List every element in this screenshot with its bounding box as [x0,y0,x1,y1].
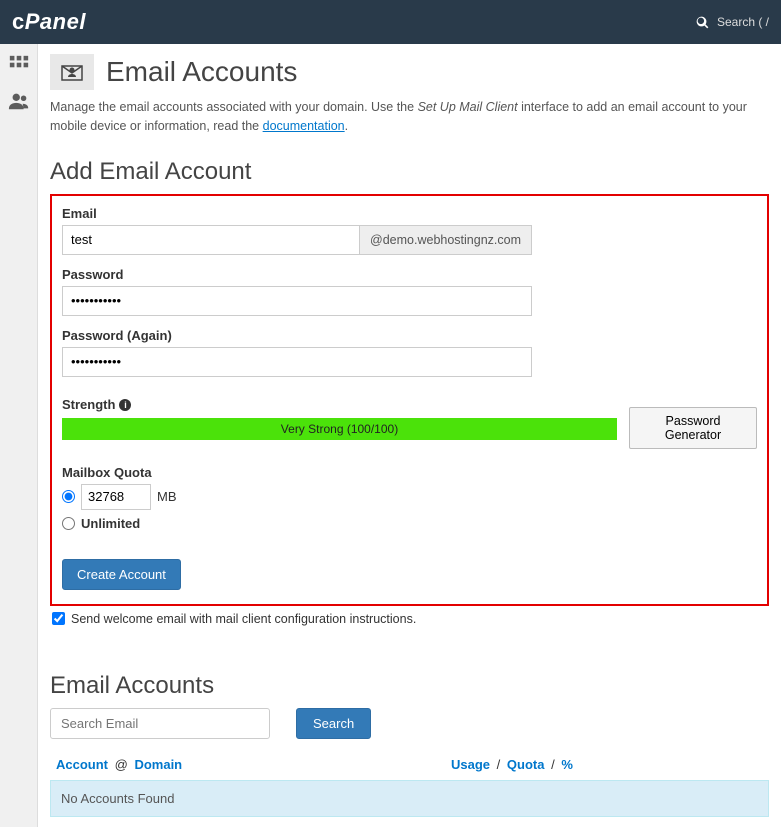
add-account-form-highlight: Email @demo.webhostingnz.com Password Pa… [50,194,769,606]
strength-meter: Very Strong (100/100) [62,418,617,440]
info-icon[interactable]: i [119,399,131,411]
quota-label: Mailbox Quota [62,465,757,480]
accounts-table-header: Account @ Domain Usage / Quota / % [50,753,769,776]
page-title: Email Accounts [106,56,297,88]
email-label: Email [62,206,757,221]
add-account-title: Add Email Account [50,158,769,186]
th-usage[interactable]: Usage [451,757,490,772]
password-generator-button[interactable]: Password Generator [629,407,757,449]
apps-grid-icon[interactable] [8,54,30,76]
email-input[interactable] [62,225,360,255]
no-accounts-message: No Accounts Found [50,780,769,817]
search-icon [696,16,709,29]
th-domain[interactable]: Domain [134,757,182,772]
send-welcome-checkbox[interactable] [52,612,65,625]
strength-label: Strength i [62,397,617,412]
search-email-input[interactable] [50,708,270,739]
logo: cPanel [12,9,86,35]
page-description: Manage the email accounts associated wit… [50,98,769,136]
email-domain-suffix: @demo.webhostingnz.com [360,225,532,255]
quota-unit: MB [157,489,177,504]
password-input[interactable] [62,286,532,316]
page-icon [50,54,94,90]
documentation-link[interactable]: documentation [263,119,345,133]
global-search[interactable]: Search ( / [696,15,769,29]
users-icon[interactable] [8,90,30,112]
quota-custom-radio[interactable] [62,490,75,503]
quota-unlimited-radio[interactable] [62,517,75,530]
search-button[interactable]: Search [296,708,371,739]
password-label: Password [62,267,757,282]
email-accounts-title: Email Accounts [50,672,769,700]
topbar: cPanel Search ( / [0,0,781,44]
sidebar [0,44,38,827]
th-account[interactable]: Account [56,757,108,772]
send-welcome-label: Send welcome email with mail client conf… [71,612,416,626]
create-account-button[interactable]: Create Account [62,559,181,590]
page-header: Email Accounts [50,54,769,90]
main-content: Email Accounts Manage the email accounts… [38,44,781,827]
quota-unlimited-label: Unlimited [81,516,140,531]
search-text: Search ( / [717,15,769,29]
password-again-label: Password (Again) [62,328,757,343]
th-quota[interactable]: Quota [507,757,545,772]
th-percent[interactable]: % [561,757,573,772]
quota-input[interactable] [81,484,151,510]
password-again-input[interactable] [62,347,532,377]
envelope-user-icon [60,62,84,82]
